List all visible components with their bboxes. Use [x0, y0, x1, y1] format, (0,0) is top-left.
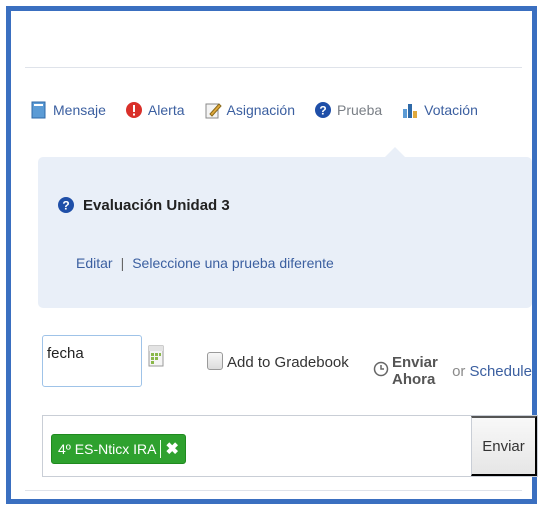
poll-icon [400, 100, 420, 120]
gradebook-label: Add to Gradebook [227, 354, 349, 371]
send-now-link[interactable]: Enviar Ahora [392, 354, 448, 388]
or-text: or [452, 362, 466, 380]
tab-label: Asignación [226, 102, 296, 118]
tab-label: Votación [424, 102, 478, 118]
quiz-panel: ? Evaluación Unidad 3 Editar | Seleccion… [38, 147, 532, 308]
tab-prueba[interactable]: ? Prueba [313, 100, 382, 120]
post-composer: Mensaje Alerta Asignación ? Prueba Votac… [6, 6, 538, 504]
panel-caret [385, 147, 405, 157]
tab-votacion[interactable]: Votación [400, 100, 478, 120]
svg-text:?: ? [319, 104, 326, 118]
close-icon[interactable]: ✖ [165, 439, 178, 459]
tag-divider [160, 440, 162, 458]
recipient-tag: 4º ES-Nticx IRA ✖ [51, 434, 186, 464]
recipient-tag-label: 4º ES-Nticx IRA [58, 441, 157, 457]
svg-text:?: ? [62, 199, 69, 213]
send-options: Enviar Ahora or Schedule [373, 354, 532, 388]
recipients-field[interactable]: 4º ES-Nticx IRA ✖ Enviar [42, 415, 538, 477]
divider-bottom [25, 490, 522, 491]
quiz-title-text: Evaluación Unidad 3 [83, 196, 230, 214]
tab-label: Mensaje [53, 102, 106, 118]
message-icon [29, 100, 49, 120]
edit-link[interactable]: Editar [76, 255, 113, 271]
quiz-icon: ? [313, 100, 333, 120]
date-input[interactable] [42, 335, 142, 387]
tab-mensaje[interactable]: Mensaje [29, 100, 106, 120]
tab-alerta[interactable]: Alerta [124, 100, 185, 120]
schedule-link[interactable]: Schedule [469, 363, 532, 380]
quiz-actions: Editar | Seleccione una prueba diferente [76, 255, 334, 271]
post-type-tabs: Mensaje Alerta Asignación ? Prueba Votac… [29, 95, 496, 125]
quiz-icon: ? [57, 196, 75, 214]
alert-icon [124, 100, 144, 120]
tab-label: Prueba [337, 102, 383, 118]
send-button[interactable]: Enviar [471, 416, 537, 476]
divider-top [25, 67, 522, 68]
tab-asignacion[interactable]: Asignación [203, 100, 296, 120]
calendar-icon[interactable] [148, 345, 164, 372]
gradebook-checkbox[interactable] [207, 352, 223, 370]
separator: | [120, 255, 125, 271]
quiz-title: ? Evaluación Unidad 3 [57, 196, 230, 214]
tab-label: Alerta [147, 102, 185, 118]
select-different-quiz-link[interactable]: Seleccione una prueba diferente [132, 255, 334, 271]
clock-icon [373, 361, 389, 381]
assignment-icon [203, 100, 223, 120]
